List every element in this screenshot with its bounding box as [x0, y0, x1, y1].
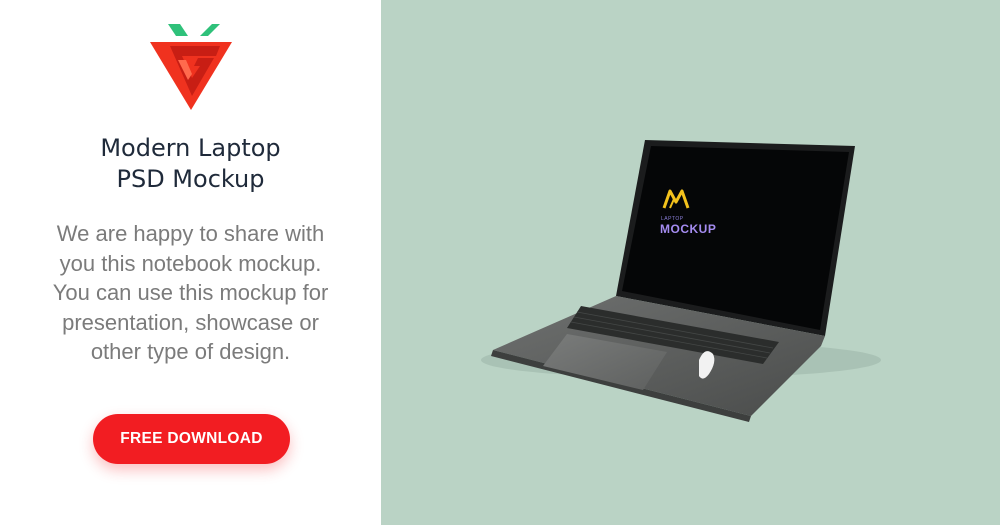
promo-panel: Modern Laptop PSD Mockup We are happy to…: [0, 0, 381, 525]
description-line: other type of design.: [90, 339, 291, 364]
description-line: you this notebook mockup.: [59, 250, 322, 276]
description-line: You can use this mockup for: [52, 280, 329, 305]
screen-content: LAPTOP MOCKUP: [659, 186, 749, 246]
description-line: We are happy to share with: [56, 221, 325, 246]
mockup-logo-icon: [662, 189, 690, 209]
description-line: presentation, showcase or: [62, 309, 319, 335]
title-line: Modern Laptop: [100, 134, 281, 162]
laptop-image: [481, 140, 881, 422]
description: We are happy to share with you this note…: [20, 219, 361, 367]
screen-word: MOCKUP: [660, 222, 717, 236]
laptop-preview: LAPTOP MOCKUP: [381, 0, 1000, 525]
free-download-button[interactable]: FREE DOWNLOAD: [93, 414, 290, 464]
title-line: PSD Mockup: [116, 165, 265, 193]
page-title: Modern Laptop PSD Mockup: [0, 133, 381, 195]
brand-logo-icon: [150, 24, 232, 110]
